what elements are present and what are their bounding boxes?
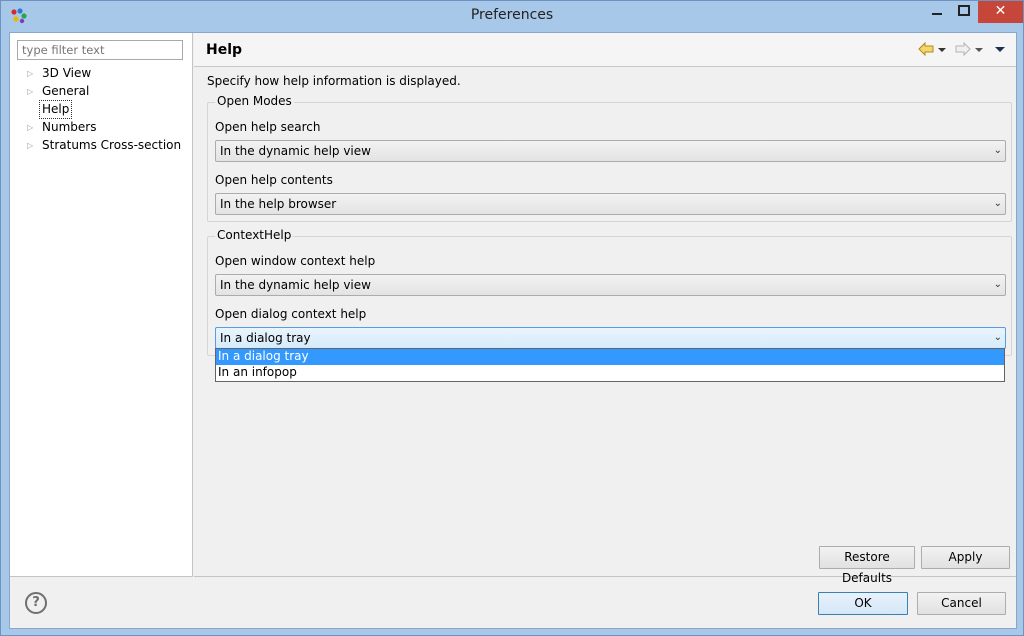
chevron-down-icon: ⌄: [993, 332, 1002, 343]
selected-value: In a dialog tray: [220, 331, 311, 345]
open-modes-group: Open Modes Open help search In the dynam…: [207, 94, 1012, 222]
title-bar[interactable]: Preferences ✕: [1, 1, 1023, 32]
tree-item-label: Stratums Cross-section: [42, 138, 182, 152]
help-icon[interactable]: ?: [25, 592, 47, 614]
view-menu-icon[interactable]: [994, 41, 1006, 57]
preference-tree-pane: ▷ 3D View ▷ General Help ▷ Numbers ▷ Str…: [10, 33, 193, 577]
context-help-group: ContextHelp Open window context help In …: [207, 228, 1012, 356]
apply-button[interactable]: Apply: [921, 546, 1010, 569]
open-dialog-context-help-select[interactable]: In a dialog tray ⌄: [215, 327, 1006, 349]
expand-arrow-icon[interactable]: ▷: [27, 119, 37, 136]
maximize-icon: [958, 5, 970, 16]
dropdown-option-dialog-tray[interactable]: In a dialog tray: [216, 349, 1004, 365]
minimize-icon: [932, 13, 942, 15]
preferences-window: Preferences ✕ ▷ 3D View ▷ General Help: [0, 0, 1024, 636]
dialog-context-help-dropdown: In a dialog tray In an infopop: [215, 348, 1005, 382]
tree-item-label: Numbers: [42, 120, 97, 134]
ok-button[interactable]: OK: [818, 592, 908, 615]
maximize-button[interactable]: [951, 1, 977, 23]
open-help-search-select[interactable]: In the dynamic help view ⌄: [215, 140, 1006, 162]
page-title: Help: [206, 42, 243, 58]
filter-input[interactable]: [17, 40, 183, 60]
open-help-contents-label: Open help contents: [215, 173, 333, 187]
back-arrow-icon[interactable]: [918, 41, 934, 57]
chevron-down-icon: ⌄: [993, 198, 1002, 209]
chevron-down-icon: ⌄: [993, 279, 1002, 290]
cancel-button[interactable]: Cancel: [917, 592, 1006, 615]
dialog-body: ▷ 3D View ▷ General Help ▷ Numbers ▷ Str…: [9, 32, 1017, 629]
close-button[interactable]: ✕: [978, 1, 1023, 23]
preference-page: Help Specify how help information is dis…: [194, 33, 1016, 585]
restore-defaults-button[interactable]: Restore Defaults: [819, 546, 915, 585]
expand-arrow-icon[interactable]: ▷: [27, 137, 37, 154]
close-icon: ✕: [994, 3, 1007, 19]
open-window-context-help-select[interactable]: In the dynamic help view ⌄: [215, 274, 1006, 296]
forward-arrow-icon[interactable]: [955, 41, 971, 57]
group-title: ContextHelp: [215, 228, 294, 242]
open-help-search-label: Open help search: [215, 120, 321, 134]
selected-value: In the dynamic help view: [220, 144, 371, 158]
tree-item-label: 3D View: [42, 66, 92, 80]
dropdown-option-infopop[interactable]: In an infopop: [216, 365, 1004, 381]
tree-item-label: Help: [38, 100, 73, 119]
open-dialog-context-help-label: Open dialog context help: [215, 307, 367, 321]
page-description: Specify how help information is displaye…: [207, 74, 461, 88]
forward-history-dropdown-icon[interactable]: [974, 41, 984, 57]
tree-item-label: General: [42, 84, 90, 98]
chevron-down-icon: ⌄: [993, 145, 1002, 156]
window-title: Preferences: [470, 7, 554, 23]
selected-value: In the help browser: [220, 197, 337, 211]
open-window-context-help-label: Open window context help: [215, 254, 376, 268]
page-header: Help: [194, 33, 1016, 67]
minimize-button[interactable]: [923, 1, 951, 23]
back-history-dropdown-icon[interactable]: [937, 41, 947, 57]
open-help-contents-select[interactable]: In the help browser ⌄: [215, 193, 1006, 215]
expand-arrow-icon[interactable]: ▷: [27, 83, 37, 100]
group-title: Open Modes: [215, 94, 294, 108]
selected-value: In the dynamic help view: [220, 278, 371, 292]
expand-arrow-icon[interactable]: ▷: [27, 65, 37, 82]
